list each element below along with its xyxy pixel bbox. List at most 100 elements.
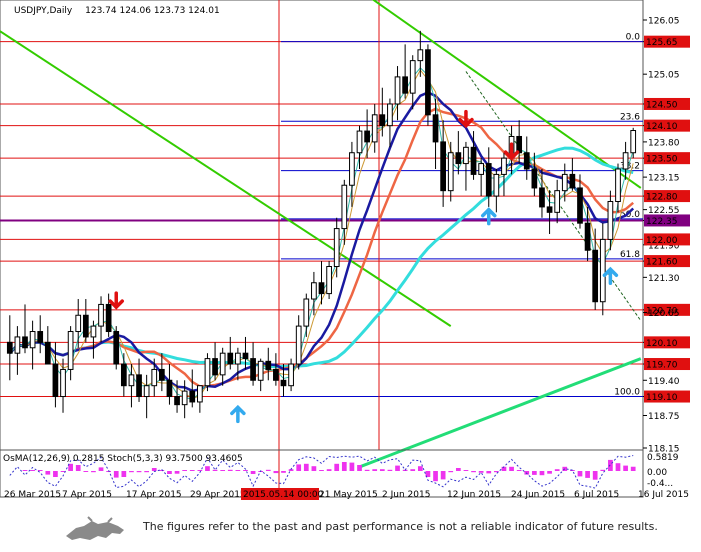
osma-bar — [486, 471, 492, 474]
osma-bar — [205, 466, 210, 471]
osma-bar — [83, 471, 89, 472]
candle-body — [75, 314, 82, 333]
osma-bar — [379, 469, 385, 471]
candle-body — [197, 385, 203, 403]
indicator-label: OsMA(12,26,9) 0.2815 Stoch(5,3,3) 93.750… — [3, 454, 243, 464]
osma-bar — [623, 465, 628, 471]
candle-body — [29, 331, 36, 349]
candle-body — [394, 76, 401, 105]
osma-bar — [455, 468, 461, 471]
osma-bar — [478, 471, 484, 473]
x-tick-label: 29 Apr 2015 — [190, 490, 246, 500]
candle-body — [584, 222, 591, 251]
osma-bar — [265, 469, 271, 471]
osma-bar — [243, 470, 248, 471]
osma-bar — [30, 470, 35, 471]
fibo-label: 0.0 — [626, 33, 641, 43]
candle-body — [242, 352, 249, 360]
candle-body — [630, 130, 637, 154]
fibo-label: 23.6 — [620, 112, 640, 122]
candle-body — [273, 368, 279, 381]
candle-body — [52, 363, 59, 398]
candle-body — [37, 331, 44, 343]
osma-bar — [144, 471, 150, 473]
candle-body — [295, 325, 302, 365]
osma-bar — [440, 471, 446, 480]
osma-bar — [197, 470, 203, 471]
indicator-axis-label: 0.5819 — [647, 453, 679, 463]
candle-body — [455, 152, 462, 165]
candle-body — [44, 341, 51, 365]
osma-bar — [235, 470, 241, 471]
candle-body — [128, 374, 135, 387]
footer: The figures refer to the past and past p… — [0, 508, 701, 552]
candle-body — [440, 141, 446, 192]
x-tick-label: 16 Jul 2015 — [638, 490, 689, 500]
osma-bar — [273, 471, 279, 474]
y-tick-label: 120.65 — [648, 309, 680, 319]
candle-body — [371, 114, 378, 143]
candle-body — [120, 363, 127, 387]
y-tick-label: 123.50 — [646, 155, 678, 165]
osma-bar — [326, 469, 332, 471]
osma-bar — [311, 466, 317, 471]
candle-body — [22, 336, 28, 349]
osma-bar — [372, 469, 378, 471]
osma-bar — [554, 469, 560, 471]
y-tick-label: 126.05 — [648, 17, 680, 27]
candle-body — [181, 390, 188, 406]
y-tick-label: 122.35 — [646, 217, 678, 227]
candle-body — [341, 184, 348, 230]
candle-body — [432, 114, 439, 143]
candle-body — [554, 190, 561, 213]
osma-bar — [334, 463, 340, 471]
candle-body — [409, 60, 416, 94]
x-tick-label: 21 May 2015 — [319, 490, 378, 500]
candle-body — [219, 352, 226, 376]
osma-bar — [45, 471, 51, 475]
y-tick-label: 119.70 — [646, 361, 678, 371]
candle-body — [478, 163, 485, 175]
candle-body — [387, 103, 393, 127]
osma-bar — [585, 471, 590, 478]
candle-body — [280, 379, 287, 387]
candle-body — [250, 358, 256, 381]
candle-body — [379, 114, 386, 127]
price-chart[interactable]: 0.023.638.250.061.8100.0 126.05125.65125… — [0, 0, 701, 508]
osma-bar — [501, 466, 507, 471]
y-tick-label: 119.10 — [646, 393, 678, 403]
candle-body — [326, 266, 332, 295]
candle-body — [592, 249, 599, 303]
osma-bar — [22, 470, 28, 471]
bull-logo-icon — [66, 516, 124, 540]
candle-body — [364, 130, 370, 143]
osma-bar — [516, 470, 522, 471]
candle-body — [577, 187, 583, 224]
candle-body — [60, 368, 66, 398]
candle-body — [539, 187, 545, 208]
candle-body — [227, 352, 234, 365]
osma-bar — [547, 471, 552, 474]
x-tick-label: 6 Jul 2015 — [574, 490, 619, 500]
x-tick-label: 2 Jun 2015 — [382, 490, 430, 500]
candle-body — [174, 396, 180, 406]
osma-bar — [227, 469, 233, 471]
osma-bar — [121, 471, 127, 477]
x-tick-label: 26 Mar 2015 — [4, 490, 61, 500]
candle-body — [485, 163, 492, 197]
indicator-axis-label: -0.4... — [647, 479, 673, 489]
candle-body — [143, 385, 150, 398]
y-tick-label: 121.30 — [648, 274, 680, 284]
candle-body — [607, 200, 614, 240]
candle-body — [493, 173, 500, 197]
candle-body — [417, 49, 424, 62]
x-tick-label: 17 Apr 2015 — [126, 490, 182, 500]
y-tick-label: 124.10 — [646, 122, 678, 132]
candle-body — [288, 363, 294, 387]
candle-body — [166, 379, 173, 398]
y-tick-label: 119.40 — [648, 377, 680, 387]
ohlc-readout: 123.74 124.06 123.73 124.01 — [85, 6, 220, 16]
candle-body — [204, 358, 211, 387]
osma-bar — [151, 468, 157, 471]
candle-body — [501, 157, 507, 175]
